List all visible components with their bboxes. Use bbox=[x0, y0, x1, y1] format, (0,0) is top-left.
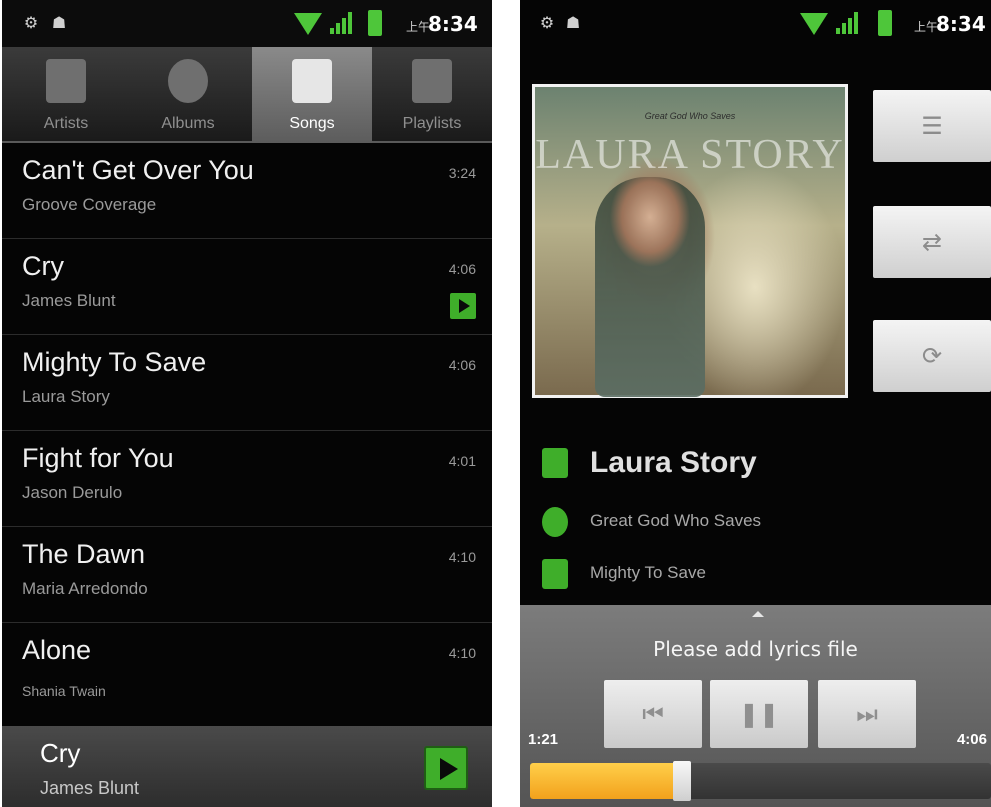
song-list-item[interactable]: Mighty To Save Laura Story 4:06 bbox=[2, 335, 492, 431]
microphone-icon bbox=[46, 59, 86, 103]
song-duration: 4:06 bbox=[448, 357, 476, 373]
status-bar: ⚙ ☗ 上午 8:34 bbox=[2, 0, 492, 47]
song-duration: 4:06 bbox=[448, 261, 476, 277]
song-list-item[interactable]: Cry James Blunt 4:06 bbox=[2, 239, 492, 335]
song-artist: James Blunt bbox=[22, 291, 116, 310]
tab-label: Artists bbox=[43, 115, 89, 132]
album-art-figure bbox=[595, 177, 705, 397]
settings-icon: ⚙ bbox=[539, 15, 555, 32]
song-artist: Maria Arredondo bbox=[22, 579, 148, 598]
album-art-title: LAURA STORY bbox=[535, 132, 845, 178]
previous-icon: ⏮ bbox=[642, 700, 664, 728]
status-time: 8:34 bbox=[428, 12, 478, 36]
now-playing-bar[interactable]: Cry James Blunt bbox=[2, 726, 492, 807]
next-button[interactable]: ⏭ bbox=[818, 680, 916, 748]
drawer-handle-icon[interactable] bbox=[752, 611, 764, 617]
song-title: Can't Get Over You bbox=[22, 155, 254, 185]
wifi-icon bbox=[294, 13, 322, 35]
status-time: 8:34 bbox=[936, 12, 986, 36]
song-duration: 4:10 bbox=[448, 645, 476, 661]
list-icon bbox=[412, 59, 452, 103]
song-artist: Laura Story bbox=[22, 387, 110, 406]
settings-icon: ⚙ bbox=[23, 15, 39, 32]
tab-albums[interactable]: Albums bbox=[128, 47, 248, 143]
player-song: Mighty To Save bbox=[590, 563, 706, 582]
tab-label: Albums bbox=[161, 115, 215, 132]
song-artist: Jason Derulo bbox=[22, 483, 123, 502]
song-duration: 4:01 bbox=[448, 453, 476, 469]
next-icon: ⏭ bbox=[856, 700, 878, 728]
wifi-icon bbox=[800, 13, 828, 35]
tab-label: Playlists bbox=[402, 115, 462, 132]
music-note-icon bbox=[292, 59, 332, 103]
status-bar: ⚙ ☗ 上午 8:34 bbox=[520, 0, 991, 47]
song-title: Mighty To Save bbox=[22, 347, 207, 377]
microphone-icon bbox=[542, 448, 568, 478]
tab-label: Songs bbox=[289, 115, 335, 132]
android-icon: ☗ bbox=[565, 15, 581, 32]
repeat-icon: ⟳ bbox=[921, 342, 943, 370]
song-duration: 3:24 bbox=[448, 165, 476, 181]
song-artist: Groove Coverage bbox=[22, 195, 157, 214]
battery-icon bbox=[878, 10, 892, 36]
shuffle-button[interactable]: ⇄ bbox=[873, 206, 991, 278]
album-art-subtitle: Great God Who Saves bbox=[644, 111, 736, 121]
lyrics-message: Please add lyrics file bbox=[653, 637, 858, 661]
disc-icon bbox=[168, 59, 208, 103]
player-screen: ⚙ ☗ 上午 8:34 Great God Who Saves LAURA ST… bbox=[520, 0, 991, 807]
signal-icon bbox=[330, 12, 354, 34]
tab-songs[interactable]: Songs bbox=[252, 47, 372, 143]
tab-playlists[interactable]: Playlists bbox=[372, 47, 492, 143]
song-artist: Shania Twain bbox=[22, 683, 106, 699]
library-tabs: Artists Albums Songs Playlists bbox=[2, 47, 492, 143]
progress-bar[interactable] bbox=[530, 761, 991, 801]
battery-icon bbox=[368, 10, 382, 36]
now-playing-title: Cry bbox=[40, 738, 81, 768]
android-icon: ☗ bbox=[51, 15, 67, 32]
song-title: Cry bbox=[22, 251, 64, 281]
player-artist: Laura Story bbox=[590, 446, 757, 479]
now-playing-icon bbox=[450, 293, 476, 319]
song-list-item[interactable]: Fight for You Jason Derulo 4:01 bbox=[2, 431, 492, 527]
signal-icon bbox=[836, 12, 860, 34]
status-ampm: 上午 bbox=[914, 20, 939, 34]
pause-button[interactable]: ❚❚ bbox=[710, 680, 808, 748]
shuffle-icon: ⇄ bbox=[921, 228, 943, 256]
song-library-screen: ⚙ ☗ 上午 8:34 Artists Albums Songs Playlis… bbox=[2, 0, 492, 807]
control-panel: Please add lyrics file ⏮ ❚❚ ⏭ 1:21 4:06 bbox=[520, 605, 991, 807]
progress-thumb[interactable] bbox=[673, 761, 691, 801]
previous-button[interactable]: ⏮ bbox=[604, 680, 702, 748]
song-list-item[interactable]: The Dawn Maria Arredondo 4:10 bbox=[2, 527, 492, 623]
player-album: Great God Who Saves bbox=[590, 511, 762, 530]
music-note-icon bbox=[542, 559, 568, 589]
pause-icon: ❚❚ bbox=[738, 700, 780, 728]
total-time: 4:06 bbox=[956, 731, 987, 748]
status-ampm: 上午 bbox=[406, 20, 431, 34]
song-title: Fight for You bbox=[22, 443, 174, 473]
play-button[interactable] bbox=[424, 746, 468, 790]
song-title: The Dawn bbox=[22, 539, 146, 569]
current-time: 1:21 bbox=[528, 731, 559, 748]
playlist-button[interactable]: ☰ bbox=[873, 90, 991, 162]
song-duration: 4:10 bbox=[448, 549, 476, 565]
album-art: Great God Who Saves LAURA STORY bbox=[532, 84, 848, 398]
progress-fill bbox=[530, 763, 682, 799]
disc-icon bbox=[542, 507, 568, 537]
tab-artists[interactable]: Artists bbox=[6, 47, 126, 143]
list-icon: ☰ bbox=[921, 112, 943, 140]
song-title: Alone bbox=[22, 635, 92, 665]
now-playing-artist: James Blunt bbox=[40, 778, 140, 798]
song-list-item[interactable]: Can't Get Over You Groove Coverage 3:24 bbox=[2, 143, 492, 239]
song-list-item[interactable]: Alone Shania Twain 4:10 bbox=[2, 623, 492, 719]
repeat-button[interactable]: ⟳ bbox=[873, 320, 991, 392]
